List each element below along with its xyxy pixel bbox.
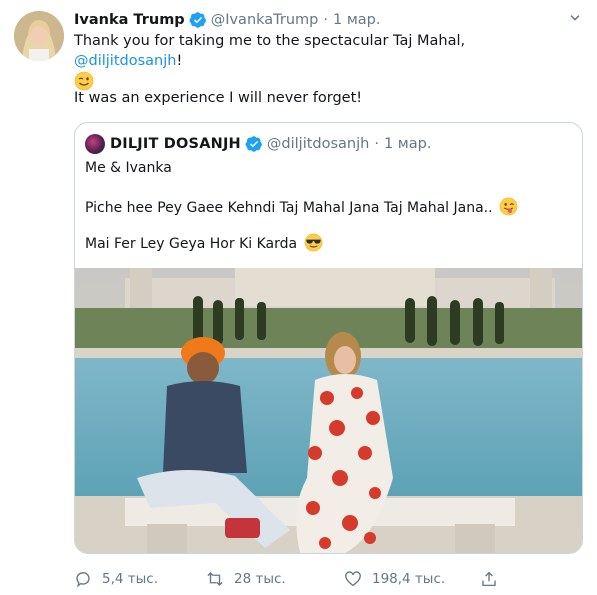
quoted-text-line-2-text: Piche hee Pey Gaee Kehndi Taj Mahal Jana… [85,200,493,216]
quoted-text-line-3: Mai Fer Ley Geya Hor Ki Karda [85,233,323,254]
author-name[interactable]: Ivanka Trump [74,12,185,28]
tweet-text-part-2: ! [176,53,183,69]
quoted-text-line-3-text: Mai Fer Ley Geya Hor Ki Karda [85,236,298,252]
share-icon [482,571,496,587]
chevron-down-icon[interactable] [566,9,584,27]
quoted-text-line-2: Piche hee Pey Gaee Kehndi Taj Mahal Jana… [85,197,518,218]
quoted-tweet-date[interactable]: 1 мар. [384,136,431,152]
quoted-author-name[interactable]: DILJIT DOSANJH [110,136,241,152]
quoted-author-handle[interactable]: @diljitdosanjh [267,136,369,152]
retweet-count: 28 тыс. [234,571,286,587]
verified-badge-icon [245,136,262,152]
tweet-card[interactable]: Ivanka Trump @IvankaTrump · 1 мар. Thank… [0,0,597,595]
mention-link[interactable]: @diljitdosanjh [74,53,176,69]
tweet-text-part-1: Thank you for taking me to the spectacul… [74,33,466,49]
reply-icon [76,572,90,588]
quoted-author-avatar[interactable] [85,134,105,154]
tongue-wink-face-icon [499,197,518,216]
quoted-text-line-1: Me & Ivanka [85,160,172,176]
quoted-tweet[interactable]: DILJIT DOSANJH @diljitdosanjh · 1 мар. M… [74,122,583,554]
separator-dot: · [374,136,379,152]
tweet-date[interactable]: 1 мар. [333,12,380,28]
like-count: 198,4 тыс. [372,571,446,587]
separator-dot: · [323,12,328,28]
reply-button[interactable]: 5,4 тыс. [74,568,158,590]
author-handle[interactable]: @IvankaTrump [211,12,319,28]
heart-icon [345,571,361,587]
retweet-icon [207,572,223,586]
like-button[interactable]: 198,4 тыс. [344,568,445,590]
tweet-text: Thank you for taking me to the spectacul… [74,31,574,106]
tweet-text-paragraph-2: It was an experience I will never forget… [74,90,363,106]
author-avatar[interactable] [14,11,64,61]
quoted-tweet-photo[interactable] [75,268,582,553]
retweet-button[interactable]: 28 тыс. [206,568,286,590]
verified-badge-icon [189,12,206,28]
reply-count: 5,4 тыс. [102,571,158,587]
tweet-actions: 5,4 тыс. 28 тыс. 198,4 тыс. [74,568,514,590]
share-button[interactable] [480,568,508,590]
sunglasses-face-icon [304,233,322,252]
